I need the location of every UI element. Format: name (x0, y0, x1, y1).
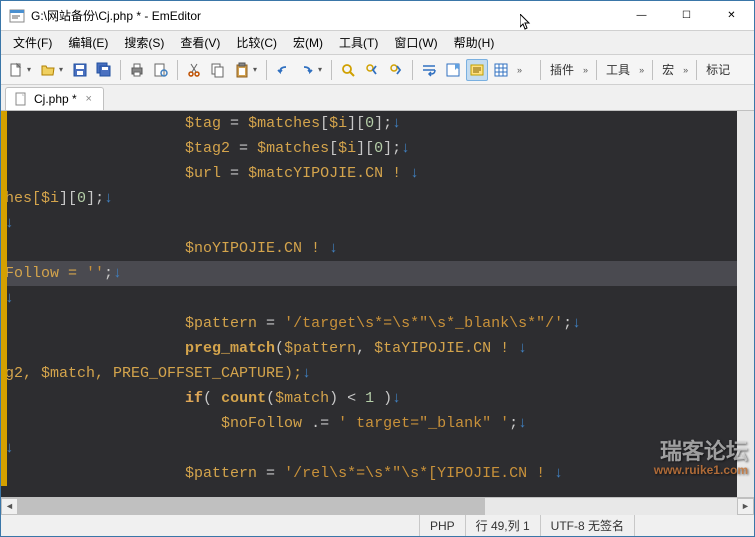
status-empty (634, 515, 754, 536)
save-button[interactable] (69, 59, 91, 81)
window-controls: — ☐ ✕ (619, 1, 754, 30)
highlight-button[interactable] (466, 59, 488, 81)
redo-button[interactable] (296, 59, 318, 81)
scroll-thumb[interactable] (18, 498, 485, 515)
new-dropdown[interactable]: ▾ (27, 65, 35, 74)
menu-help[interactable]: 帮助(H) (446, 32, 503, 53)
cut-button[interactable] (183, 59, 205, 81)
minimize-button[interactable]: — (619, 1, 664, 30)
status-language[interactable]: PHP (419, 515, 465, 536)
menu-search[interactable]: 搜索(S) (116, 32, 172, 53)
toolbar-separator (177, 60, 178, 80)
copy-button[interactable] (207, 59, 229, 81)
menubar: 文件(F) 编辑(E) 搜索(S) 查看(V) 比较(C) 宏(M) 工具(T)… (1, 31, 754, 55)
toolbar-separator (596, 60, 597, 80)
tabbar: Cj.php * × (1, 85, 754, 111)
toolbar-separator (412, 60, 413, 80)
file-icon (14, 92, 28, 106)
markers-label[interactable]: 标记 (702, 61, 734, 78)
bookmark-button[interactable] (442, 59, 464, 81)
scroll-left-button[interactable]: ◄ (1, 498, 18, 515)
paste-dropdown[interactable]: ▾ (253, 65, 261, 74)
toolbar-separator (540, 60, 541, 80)
toolbar-overflow[interactable]: » (514, 65, 525, 75)
print-preview-button[interactable] (150, 59, 172, 81)
horizontal-scrollbar[interactable]: ◄ ► (1, 497, 754, 514)
tab-cj-php[interactable]: Cj.php * × (5, 87, 104, 110)
grid-button[interactable] (490, 59, 512, 81)
window-title: G:\网站备份\Cj.php * - EmEditor (31, 7, 619, 24)
tab-label: Cj.php * (34, 92, 77, 106)
scroll-track[interactable] (18, 498, 737, 515)
tools-overflow[interactable]: » (636, 65, 647, 75)
vertical-scrollbar[interactable] (737, 111, 754, 497)
status-encoding[interactable]: UTF-8 无签名 (540, 515, 634, 536)
scroll-right-button[interactable]: ► (737, 498, 754, 515)
menu-edit[interactable]: 编辑(E) (60, 32, 116, 53)
tab-close-button[interactable]: × (83, 93, 95, 105)
statusbar: PHP 行 49,列 1 UTF-8 无签名 (1, 514, 754, 536)
app-icon (9, 8, 25, 24)
new-file-button[interactable] (5, 59, 27, 81)
print-button[interactable] (126, 59, 148, 81)
code-editor[interactable]: $tag = $matches[$i][0];↓ $tag2 = $matche… (1, 111, 754, 497)
editor-area: $tag = $matches[$i][0];↓ $tag2 = $matche… (1, 111, 754, 497)
toolbar-separator (696, 60, 697, 80)
paste-button[interactable] (231, 59, 253, 81)
find-prev-button[interactable] (361, 59, 383, 81)
menu-compare[interactable]: 比较(C) (228, 32, 285, 53)
plugins-overflow[interactable]: » (580, 65, 591, 75)
open-dropdown[interactable]: ▾ (59, 65, 67, 74)
plugins-label[interactable]: 插件 (546, 61, 578, 78)
toolbar: ▾ ▾ ▾ ▾ » 插件 » 工具 » 宏 » 标记 (1, 55, 754, 85)
toolbar-separator (266, 60, 267, 80)
titlebar: G:\网站备份\Cj.php * - EmEditor — ☐ ✕ (1, 1, 754, 31)
maximize-button[interactable]: ☐ (664, 1, 709, 30)
toolbar-separator (331, 60, 332, 80)
open-file-button[interactable] (37, 59, 59, 81)
wrap-button[interactable] (418, 59, 440, 81)
save-all-button[interactable] (93, 59, 115, 81)
redo-dropdown[interactable]: ▾ (318, 65, 326, 74)
undo-button[interactable] (272, 59, 294, 81)
status-position[interactable]: 行 49,列 1 (465, 515, 540, 536)
menu-tools[interactable]: 工具(T) (331, 32, 386, 53)
find-next-button[interactable] (385, 59, 407, 81)
menu-view[interactable]: 查看(V) (172, 32, 228, 53)
macro-label[interactable]: 宏 (658, 61, 678, 78)
menu-window[interactable]: 窗口(W) (386, 32, 445, 53)
close-button[interactable]: ✕ (709, 1, 754, 30)
menu-macro[interactable]: 宏(M) (285, 32, 331, 53)
macro-overflow[interactable]: » (680, 65, 691, 75)
find-button[interactable] (337, 59, 359, 81)
menu-file[interactable]: 文件(F) (5, 32, 60, 53)
toolbar-separator (652, 60, 653, 80)
toolbar-separator (120, 60, 121, 80)
tools-label[interactable]: 工具 (602, 61, 634, 78)
